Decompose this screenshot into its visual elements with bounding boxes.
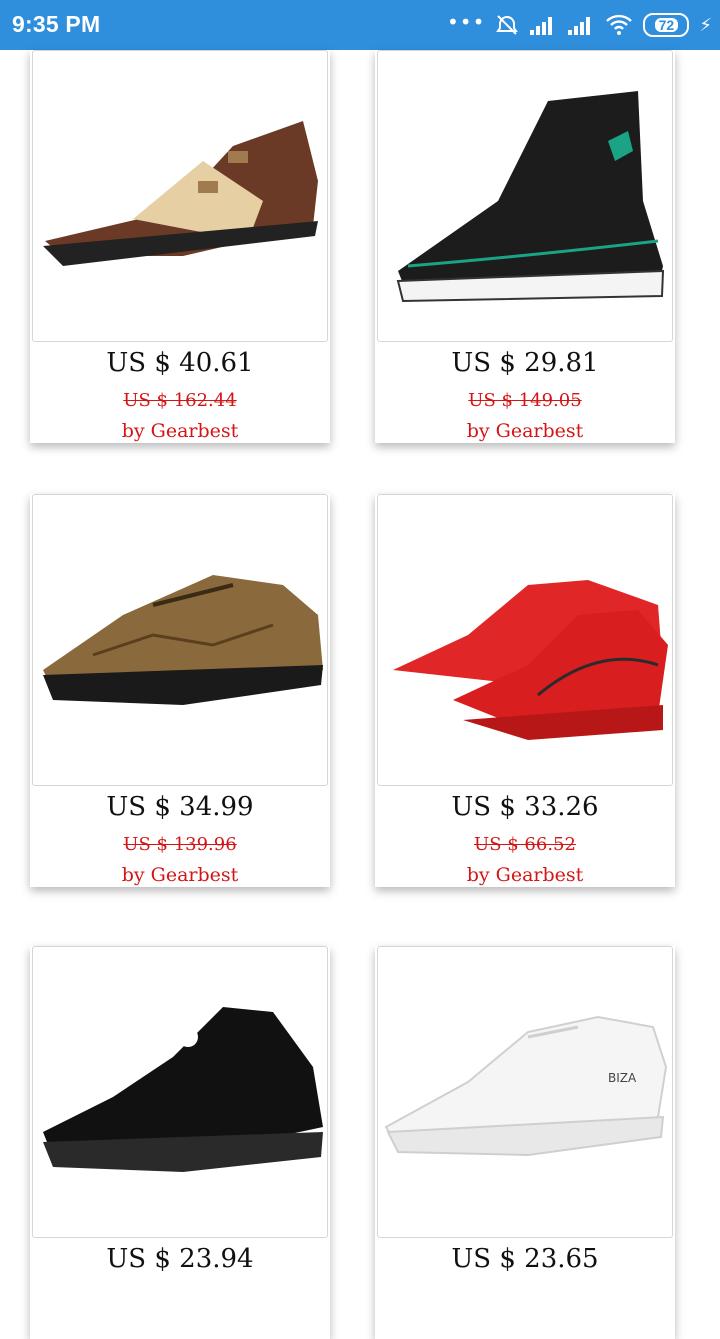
status-bar: 9:35 PM ••• 72 ⚡ [0,0,720,50]
product-price: US $ 33.26 [451,792,599,822]
product-image-brown-monk-strap-shoe[interactable] [32,50,328,342]
battery-level: 72 [654,18,679,32]
svg-text:BIZA: BIZA [608,1071,637,1085]
more-notifications-icon: ••• [446,10,486,34]
product-price: US $ 23.94 [106,1244,254,1274]
status-time: 9:35 PM [12,11,101,37]
product-seller[interactable]: by Gearbest [375,420,675,442]
product-card[interactable]: BIZA US $ 23.65 [375,946,675,1339]
battery-icon: 72 [643,13,690,37]
alarm-off-icon [496,15,519,35]
product-old-price: US $ 66.52 [474,834,576,855]
product-image-brown-leather-loafer[interactable] [32,494,328,786]
wifi-icon [606,14,633,35]
product-card[interactable]: US $ 23.94 [30,946,330,1339]
product-price: US $ 29.81 [451,348,599,378]
product-price: US $ 34.99 [106,792,254,822]
product-price: US $ 40.61 [106,348,254,378]
product-old-price: US $ 162.44 [123,390,237,411]
product-card[interactable]: US $ 40.61 US $ 162.44 by Gearbest [30,50,330,443]
product-image-white-knit-sneaker[interactable]: BIZA [377,946,673,1238]
product-image-black-running-shoe[interactable] [32,946,328,1238]
product-old-price: US $ 149.05 [468,390,582,411]
product-card[interactable]: US $ 33.26 US $ 66.52 by Gearbest [375,494,675,887]
product-price: US $ 23.65 [451,1244,599,1274]
status-icons: ••• 72 ⚡ [447,10,712,40]
product-image-black-high-top-sneaker[interactable] [377,50,673,342]
product-old-price: US $ 139.96 [123,834,237,855]
product-seller[interactable]: by Gearbest [375,864,675,886]
signal-icon-1 [530,17,553,35]
charging-icon: ⚡ [699,14,712,36]
product-seller[interactable]: by Gearbest [30,864,330,886]
product-seller[interactable]: by Gearbest [30,420,330,442]
product-card[interactable]: US $ 29.81 US $ 149.05 by Gearbest [375,50,675,443]
signal-icon-2 [568,17,591,35]
product-card[interactable]: US $ 34.99 US $ 139.96 by Gearbest [30,494,330,887]
product-image-red-running-shoes[interactable] [377,494,673,786]
